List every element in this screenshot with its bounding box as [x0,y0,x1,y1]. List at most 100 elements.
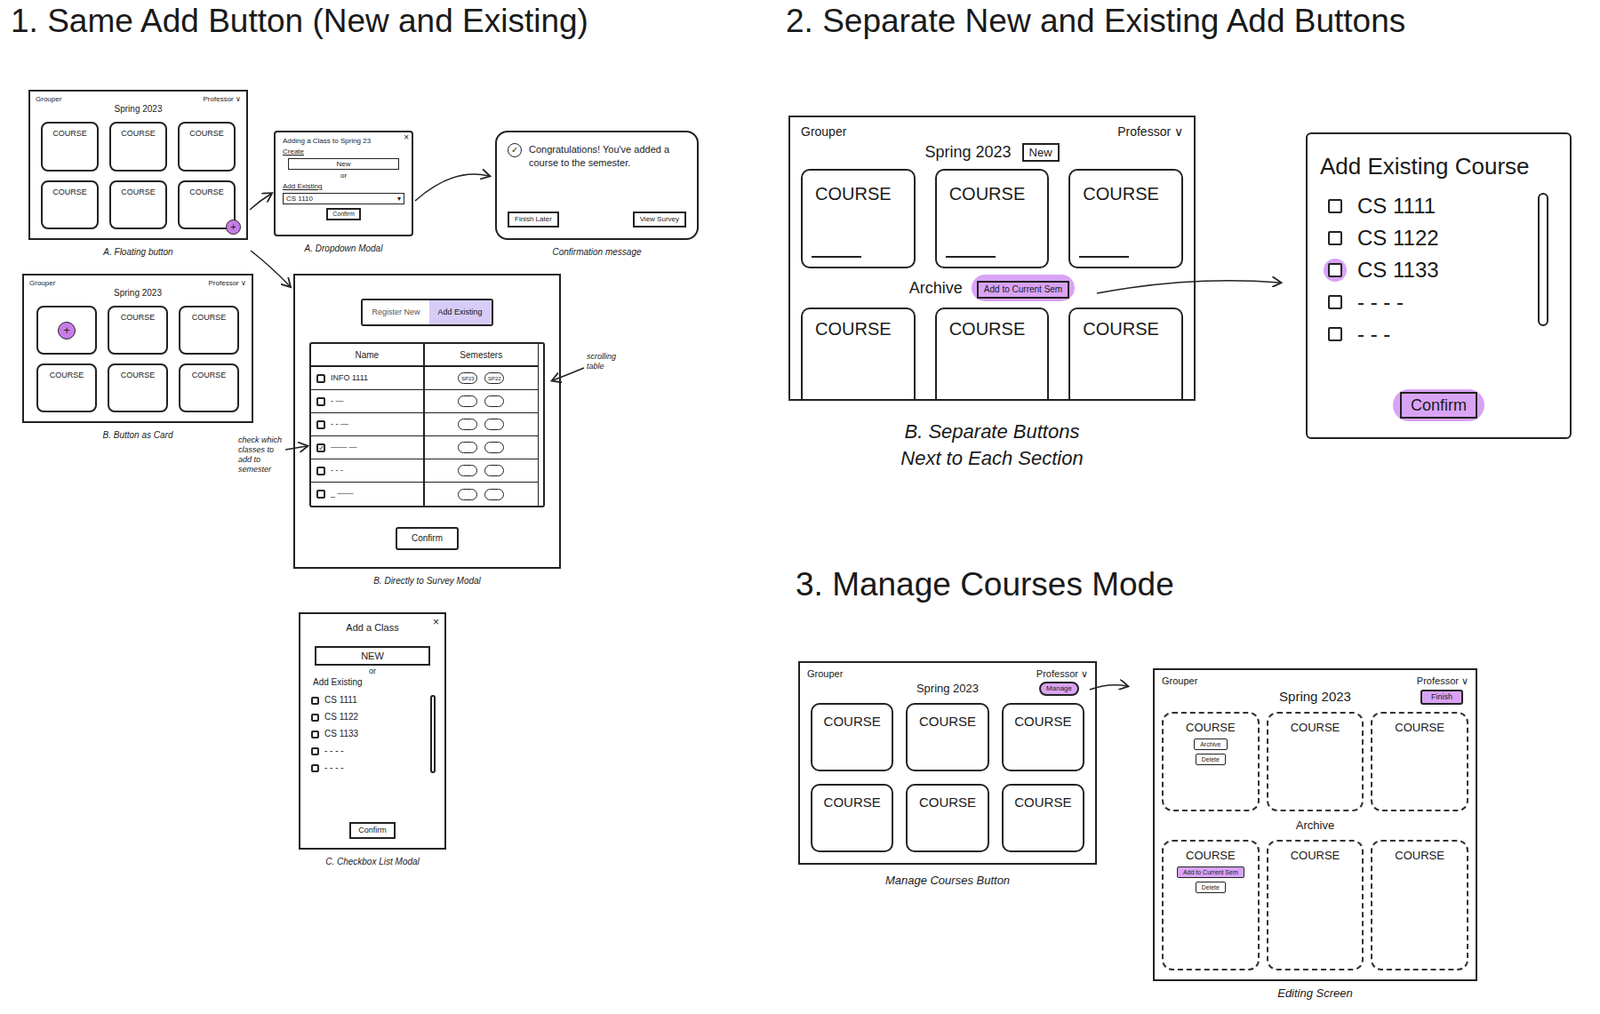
checkbox[interactable] [1328,295,1343,310]
user-menu[interactable]: Professor ∨ [1416,675,1469,688]
course-card[interactable]: COURSE [107,363,168,413]
course-card[interactable]: COURSE [178,305,240,355]
checkbox[interactable] [316,420,326,430]
scrollbar[interactable] [430,695,436,774]
tab[interactable]: Add Existing [429,300,492,325]
table-row[interactable]: —— — [311,436,538,460]
confirmation-message: ✓Congratulations! You've added a course … [495,130,699,240]
course-card[interactable]: COURSE [109,180,168,231]
course-card[interactable]: COURSE [935,307,1050,400]
message-button[interactable]: Finish Later [507,211,560,228]
app-logo[interactable]: Grouper [807,668,843,680]
app-logo[interactable]: Grouper [800,124,847,139]
checkbox[interactable] [311,764,320,773]
checkbox[interactable] [316,489,326,499]
new-course-button[interactable]: New [1022,143,1060,162]
course-card[interactable]: COURSE [36,363,97,413]
checkbox[interactable] [1328,327,1343,342]
add-to-current-button[interactable]: Add to Current Sem [976,280,1070,299]
checkbox[interactable] [311,696,320,705]
checkbox[interactable] [316,443,326,453]
editable-course-card[interactable]: COURSE [1370,712,1469,812]
course-action-button[interactable]: Delete [1195,753,1226,766]
confirm-button[interactable]: Confirm [395,527,459,551]
course-card[interactable]: COURSE [1068,307,1184,400]
user-menu[interactable]: Professor ∨ [1036,668,1088,680]
editable-course-card[interactable]: COURSE [1370,840,1469,971]
checkbox[interactable] [311,730,320,739]
confirm-button[interactable]: Confirm [326,208,361,221]
close-button[interactable]: × [432,616,440,628]
course-option[interactable]: CS 1111 [1321,192,1529,220]
editable-course-card[interactable]: COURSEArchiveDelete [1161,712,1260,812]
add-button[interactable]: + [57,321,76,340]
course-card[interactable]: COURSE [810,784,894,853]
message-button[interactable]: View Survey [632,211,687,228]
course-option[interactable]: - - - [1321,320,1529,348]
course-action-button[interactable]: Delete [1195,881,1226,894]
confirm-button[interactable]: Confirm [1400,392,1478,419]
course-card[interactable]: COURSE [905,784,989,853]
new-button[interactable]: New [288,158,400,170]
course-option[interactable]: CS 1122 [1321,224,1529,252]
app-logo[interactable]: Grouper [29,279,56,288]
manage-button[interactable]: Manage [1039,681,1080,696]
editable-course-card[interactable]: COURSE [1266,840,1365,971]
add-card[interactable]: + [36,305,97,355]
confirm-button[interactable]: Confirm [349,822,396,840]
course-action-button[interactable]: Archive [1193,738,1227,751]
checkbox[interactable] [311,713,320,722]
checkbox[interactable] [1328,231,1343,246]
course-card[interactable]: COURSE [800,307,916,400]
table-row[interactable]: - - — [311,413,538,437]
course-card[interactable]: COURSE [1001,703,1085,772]
course-action-button[interactable]: Add to Current Sem [1176,866,1245,879]
table-row[interactable]: - - - [311,459,538,483]
course-card[interactable]: COURSE [905,703,989,772]
scrollbar[interactable] [537,344,544,506]
app-logo[interactable]: Grouper [35,95,62,104]
course-option[interactable]: CS 1122 [311,712,425,723]
course-card[interactable]: COURSE [40,180,99,231]
course-option[interactable]: - - - - [311,745,425,757]
course-card[interactable]: COURSE [1001,784,1085,853]
table-row[interactable]: _ —— [311,482,538,506]
checkbox[interactable] [316,374,326,384]
editable-course-card[interactable]: COURSEAdd to Current SemDelete [1161,840,1260,971]
course-card[interactable]: COURSE [177,121,236,172]
course-option[interactable]: CS 1133 [311,728,425,740]
course-card[interactable]: COURSE [935,168,1050,269]
course-card[interactable]: COURSE [800,168,916,269]
course-card[interactable]: COURSE [178,363,240,413]
checkbox[interactable] [316,466,326,476]
course-card[interactable]: COURSE [1068,168,1184,269]
floating-add-button[interactable]: + [225,219,241,235]
course-select[interactable]: CS 1110▾ [282,192,405,205]
table-row[interactable]: - — [311,390,538,414]
course-option[interactable]: - - - - [311,762,425,774]
checkbox[interactable] [311,747,320,756]
table-row[interactable]: INFO 1111SP23SP22 [311,367,538,391]
checkbox[interactable] [1328,263,1343,278]
finish-button[interactable]: Finish [1420,689,1464,705]
user-menu[interactable]: Professor ∨ [203,95,241,104]
course-card[interactable]: COURSE [109,121,168,172]
user-menu[interactable]: Professor ∨ [208,279,247,288]
course-card[interactable]: COURSE [40,121,99,172]
course-card[interactable]: COURSE [810,703,894,772]
editable-course-card[interactable]: COURSE [1266,712,1365,812]
user-menu[interactable]: Professor ∨ [1117,124,1184,139]
course-card[interactable]: COURSE [107,305,168,355]
course-option[interactable]: CS 1133 [1321,256,1529,284]
scrollbar[interactable] [1537,192,1549,327]
checkbox[interactable] [1328,199,1343,214]
new-button[interactable]: NEW [314,646,431,666]
close-button[interactable]: × [403,133,409,143]
course-name: _ —— [330,488,354,501]
checkbox[interactable] [316,397,326,407]
course-option[interactable]: CS 1111 [311,695,425,706]
tab[interactable]: Register New [362,300,429,325]
list-area: CS 1111 CS 1122 CS 1133 - - - - - - - - [309,695,436,774]
course-option[interactable]: - - - - [1321,288,1529,316]
app-logo[interactable]: Grouper [1161,675,1198,688]
